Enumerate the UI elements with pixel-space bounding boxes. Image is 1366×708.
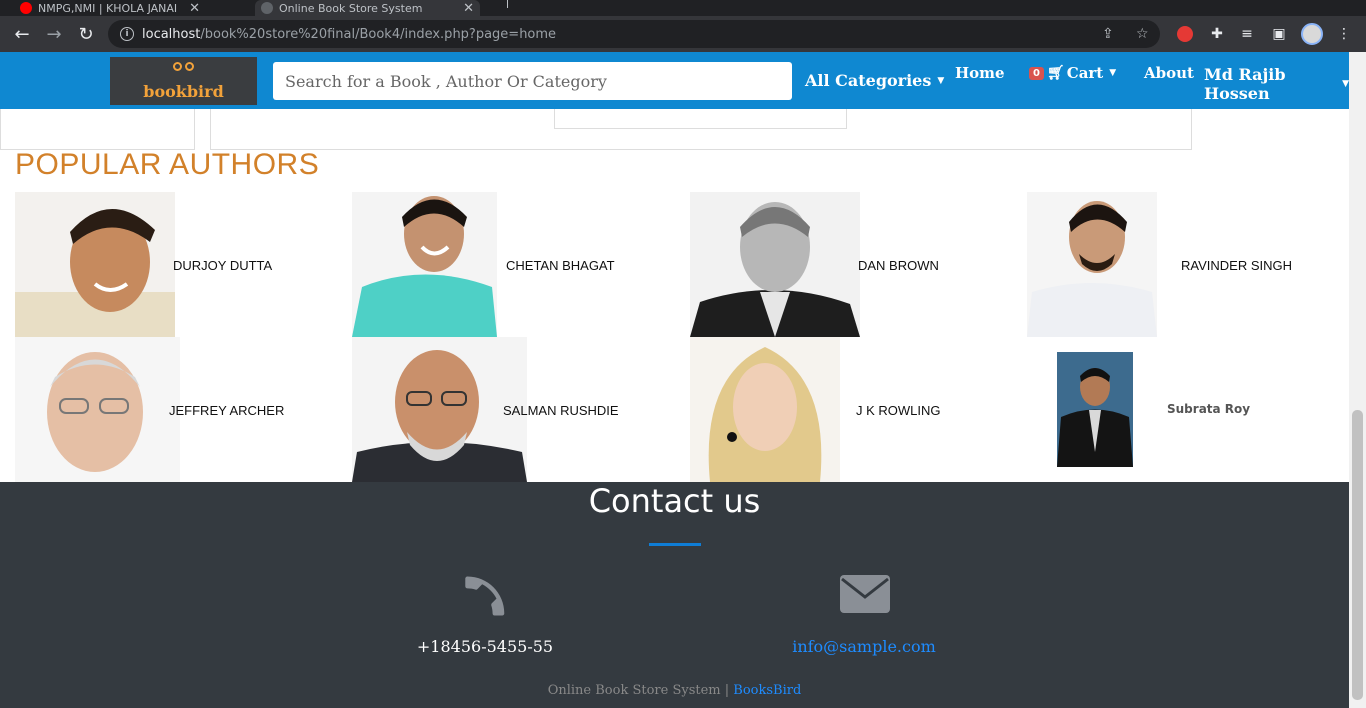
url-host: localhost	[142, 26, 201, 42]
close-tab-icon[interactable]: ✕	[463, 1, 474, 16]
site-navbar: bookbird All Categories ▼ Home 0 🛒︎ Cart ▼…	[0, 52, 1349, 109]
author-card[interactable]: RAVINDER SINGH	[1027, 192, 1299, 337]
side-panel-icon[interactable]: ▣	[1268, 16, 1290, 52]
content-box-inner	[554, 109, 847, 129]
user-name: Md Rajib Hossen	[1204, 65, 1286, 103]
tab-separator	[507, 0, 508, 8]
owl-logo-icon	[164, 61, 204, 80]
author-photo	[690, 192, 860, 337]
cart-label: Cart	[1066, 64, 1104, 82]
media-queue-icon[interactable]: ≡	[1236, 16, 1258, 52]
author-card[interactable]: DURJOY DUTTA	[15, 192, 285, 337]
envelope-icon	[840, 575, 890, 617]
author-photo	[1057, 352, 1133, 467]
author-photo	[1027, 192, 1157, 337]
page-scrollbar[interactable]	[1349, 52, 1366, 708]
tab-title: ΝΜΡG,ΝΜΙ | KHOLA JANAI	[38, 1, 178, 15]
all-categories-dropdown[interactable]: All Categories ▼	[805, 71, 944, 90]
author-photo	[352, 337, 527, 482]
back-arrow-icon[interactable]: ←	[8, 16, 36, 52]
page-globe-icon	[261, 2, 273, 14]
author-name: DAN BROWN	[858, 258, 939, 273]
author-name: DURJOY DUTTA	[173, 258, 273, 273]
share-icon[interactable]: ⇪	[1102, 20, 1114, 48]
footer-divider	[649, 543, 701, 546]
booksbird-link[interactable]: BooksBird	[733, 683, 801, 698]
author-name: JEFFREY ARCHER	[169, 403, 285, 418]
categories-label: All Categories	[805, 71, 932, 90]
bookmark-star-icon[interactable]: ☆	[1136, 20, 1149, 48]
extensions-puzzle-icon[interactable]: ✚	[1206, 16, 1228, 52]
author-name: J K ROWLING	[856, 403, 941, 418]
author-card[interactable]: CHETAN BHAGAT	[352, 192, 622, 337]
reload-icon[interactable]: ↻	[72, 16, 100, 52]
author-photo	[15, 192, 175, 337]
address-bar[interactable]: i localhost/book%20store%20final/Book4/i…	[108, 20, 1160, 48]
author-card[interactable]: J K ROWLING	[690, 337, 960, 482]
scrollbar-thumb[interactable]	[1352, 410, 1363, 700]
browser-tab-youtube[interactable]: ΝΜΡG,ΝΜΙ | KHOLA JANAI ✕	[20, 0, 240, 16]
browser-toolbar: ← → ↻ i localhost/book%20store%20final/B…	[0, 16, 1366, 52]
contact-footer: Contact us +18456-5455-55 info@sample.co…	[0, 482, 1349, 708]
footer-title: Contact us	[588, 482, 761, 520]
browser-tabstrip: ΝΜΡG,ΝΜΙ | KHOLA JANAI ✕ Online Book Sto…	[0, 0, 1366, 16]
browser-tab-bookstore[interactable]: Online Book Store System ✕	[255, 0, 480, 16]
author-name: Subrata Roy	[1167, 402, 1251, 416]
bookbird-logo[interactable]: bookbird	[110, 57, 257, 105]
footer-credit: Online Book Store System | BooksBird	[0, 683, 1349, 698]
user-menu-dropdown[interactable]: Md Rajib Hossen ▼	[1204, 65, 1349, 103]
caret-down-icon: ▼	[937, 75, 945, 86]
profile-avatar[interactable]	[1300, 16, 1324, 52]
author-name: SALMAN RUSHDIE	[503, 403, 619, 418]
forward-arrow-icon[interactable]: →	[40, 16, 68, 52]
nav-home-link[interactable]: Home	[955, 64, 1005, 82]
author-card[interactable]: DAN BROWN	[690, 192, 960, 337]
url-path: /book%20store%20final/Book4/index.php?pa…	[200, 26, 557, 42]
browser-menu-icon[interactable]: ⋮	[1334, 16, 1354, 52]
author-photo	[690, 337, 840, 482]
about-label: About	[1144, 64, 1194, 82]
cart-count-badge: 0	[1029, 66, 1044, 80]
email-link[interactable]: info@sample.com	[760, 637, 968, 656]
author-photo	[352, 192, 497, 337]
extension-hand-icon[interactable]	[1174, 16, 1196, 52]
content-box-left	[0, 109, 195, 150]
section-title: POPULAR AUTHORS	[15, 148, 320, 181]
site-info-icon[interactable]: i	[120, 27, 134, 41]
footer-credit-text: Online Book Store System |	[547, 683, 730, 698]
author-name: CHETAN BHAGAT	[506, 258, 615, 273]
author-card[interactable]: Subrata Roy	[1057, 352, 1297, 467]
tab-title: Online Book Store System	[279, 1, 423, 15]
close-tab-icon[interactable]: ✕	[189, 1, 200, 16]
caret-down-icon: ▼	[1109, 68, 1117, 78]
search-input[interactable]	[273, 62, 792, 100]
caret-down-icon: ▼	[1342, 79, 1349, 89]
youtube-icon	[20, 2, 32, 14]
home-label: Home	[955, 64, 1005, 82]
phone-icon	[459, 570, 511, 626]
nav-about-link[interactable]: About	[1144, 64, 1194, 82]
cart-icon: 🛒︎	[1046, 65, 1065, 81]
author-name: RAVINDER SINGH	[1181, 258, 1292, 273]
nav-cart-dropdown[interactable]: 0 🛒︎ Cart ▼	[1029, 64, 1116, 82]
author-photo	[15, 337, 180, 482]
author-card[interactable]: JEFFREY ARCHER	[15, 337, 285, 482]
author-card[interactable]: SALMAN RUSHDIE	[352, 337, 622, 482]
logo-text: bookbird	[143, 81, 224, 101]
